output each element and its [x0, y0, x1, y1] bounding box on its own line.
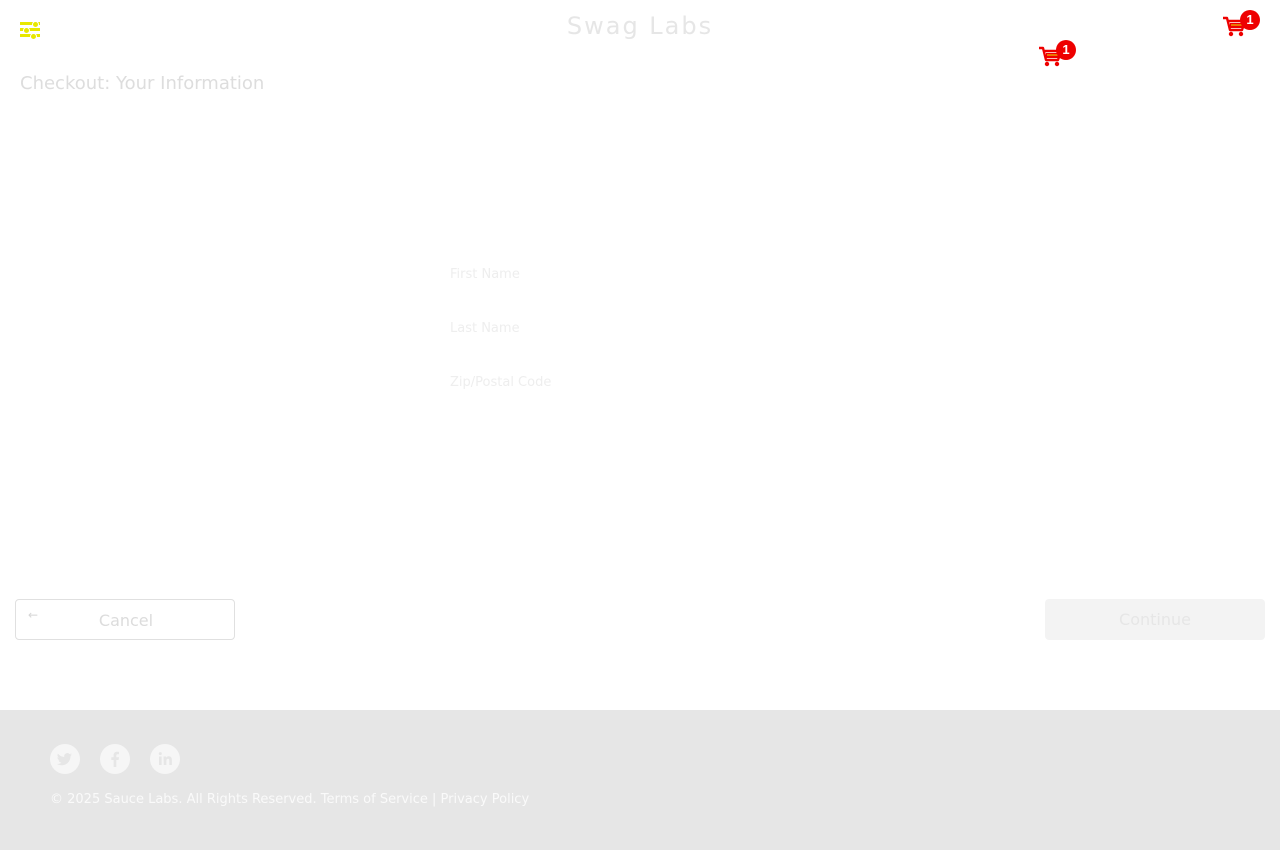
checkout-info-form [440, 250, 840, 412]
postal-code-input[interactable] [440, 358, 840, 406]
copyright-text: © 2025 Sauce Labs. All Rights Reserved. [50, 792, 317, 807]
checkout-page: Swag Labs 1 1 Checkout: Your Information [0, 0, 1280, 850]
cancel-button-label: Cancel [98, 611, 154, 630]
cart-badge: 1 [1056, 40, 1076, 60]
footer-copyright: © 2025 Sauce Labs. All Rights Reserved. … [50, 792, 529, 807]
linkedin-link[interactable] [150, 744, 180, 774]
header: Swag Labs 1 1 [0, 0, 1280, 67]
app-logo: Swag Labs [566, 12, 714, 40]
twitter-icon [56, 753, 72, 766]
linkedin-icon [158, 752, 172, 765]
cancel-button[interactable]: ← Cancel [15, 599, 235, 640]
terms-of-service-link[interactable]: Terms of Service [321, 792, 428, 807]
privacy-policy-link[interactable]: Privacy Policy [441, 792, 530, 807]
continue-button[interactable]: Continue [1045, 599, 1265, 640]
facebook-link[interactable] [100, 744, 130, 774]
footer-separator: | [432, 792, 437, 807]
footer: © 2025 Sauce Labs. All Rights Reserved. … [0, 710, 1280, 850]
twitter-link[interactable] [50, 744, 80, 774]
page-title: Checkout: Your Information [20, 73, 265, 94]
shopping-cart-link[interactable]: 1 [1222, 10, 1260, 40]
last-name-input[interactable] [440, 304, 840, 352]
cart-badge: 1 [1240, 10, 1260, 30]
facebook-icon [111, 751, 119, 767]
first-name-input[interactable] [440, 250, 840, 298]
shopping-cart-link[interactable]: 1 [1038, 40, 1076, 70]
continue-button-label: Continue [1119, 610, 1191, 629]
